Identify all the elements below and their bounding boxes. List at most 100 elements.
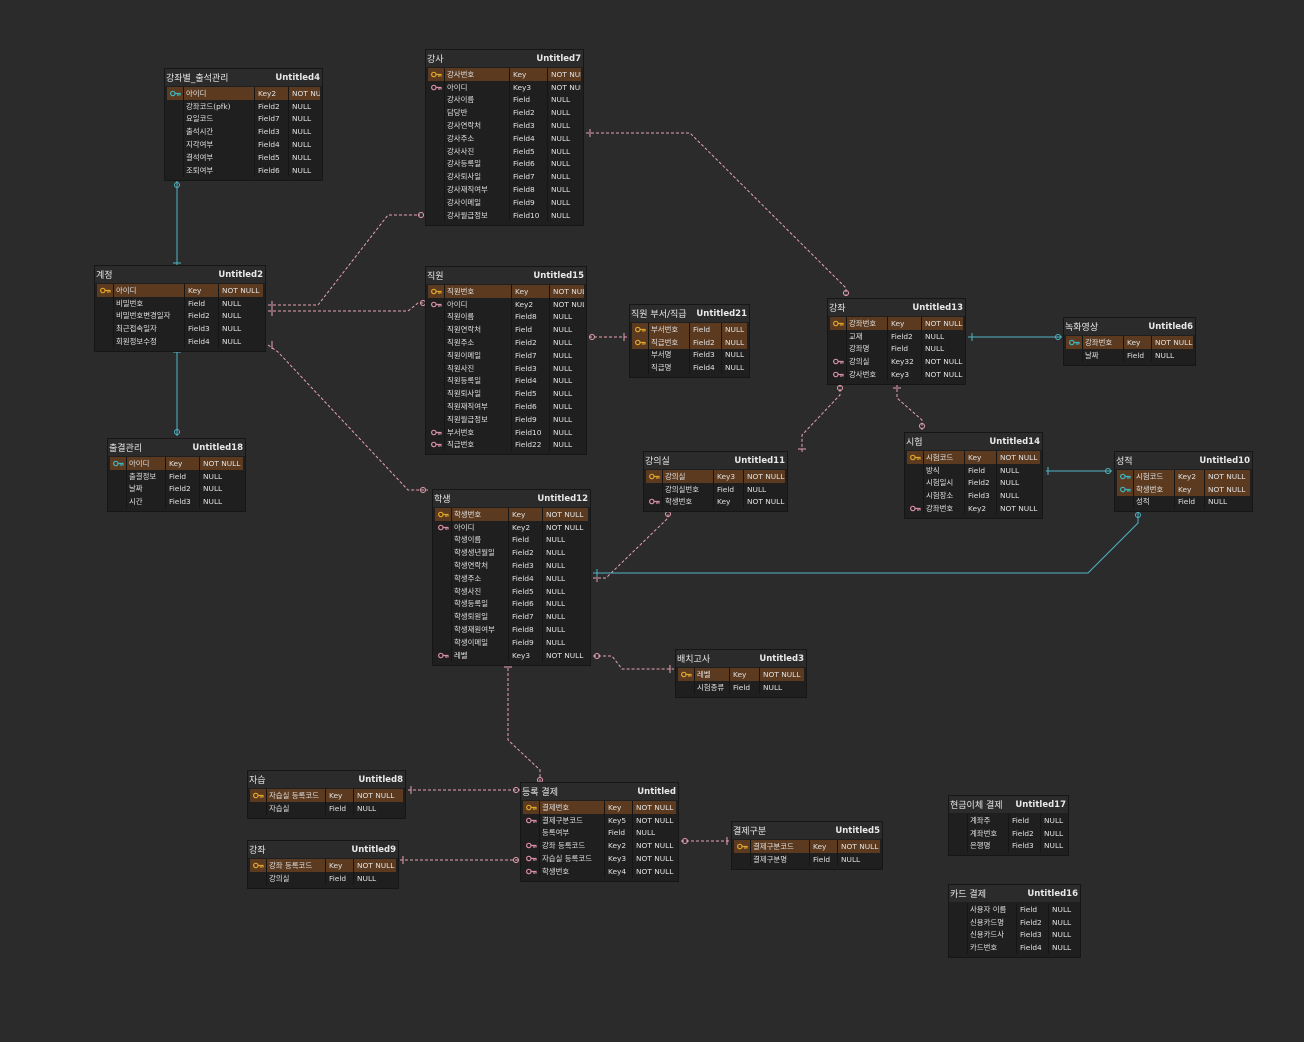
field-row[interactable]: 학생재원여부 Field8 NULL xyxy=(435,623,588,636)
table-header[interactable]: 강좌 Untitled9 xyxy=(248,841,398,858)
field-row[interactable]: 강좌번호 Key NOT NULL xyxy=(830,317,963,330)
field-row[interactable]: 강좌번호 Key2 NOT NULL xyxy=(907,502,1040,515)
table-header[interactable]: 학생 Untitled12 xyxy=(433,490,590,507)
entity-table-t14[interactable]: 시험 Untitled14 시험코드 Key NOT NULL 방식 Field NULL 시험… xyxy=(905,433,1042,518)
field-row[interactable]: 강사이메일 Field9 NULL xyxy=(428,195,581,209)
field-row[interactable]: 계좌주 Field NULL xyxy=(951,814,1066,827)
field-row[interactable]: 강의실 Key32 NOT NULL xyxy=(830,355,963,369)
field-row[interactable]: 학생번호 Key NOT NULL xyxy=(435,508,588,521)
field-row[interactable]: 학생번호 Key NOT NULL xyxy=(646,495,785,509)
field-row[interactable]: 아이디 Key NOT NULL xyxy=(110,457,243,470)
table-header[interactable]: 직원 부서/직급 Untitled21 xyxy=(630,305,749,322)
field-row[interactable]: 결제번호 Key NOT NULL xyxy=(523,801,676,814)
field-row[interactable]: 시험장소 Field3 NULL xyxy=(907,489,1040,503)
field-row[interactable]: 레벨 Key3 NOT NULL xyxy=(435,648,588,662)
field-row[interactable]: 결제구분코드 Key NOT NULL xyxy=(734,840,880,853)
entity-table-t2[interactable]: 계정 Untitled2 아이디 Key NOT NULL 비밀번호 Field NULL 비밀… xyxy=(95,266,265,351)
field-row[interactable]: 시험코드 Key2 NOT NULL xyxy=(1117,470,1250,483)
field-row[interactable]: 아이디Key2NOT NULL xyxy=(435,520,588,534)
table-header[interactable]: 직원 Untitled15 xyxy=(426,267,586,284)
table-header[interactable]: 녹화영상 Untitled6 xyxy=(1064,318,1195,335)
field-row[interactable]: 요일코드 Field7 NULL xyxy=(167,112,320,126)
field-row[interactable]: 카드번호 Field4 NULL xyxy=(951,941,1078,955)
field-row[interactable]: 직급명 Field4 NULL xyxy=(632,361,747,375)
entity-table-t7[interactable]: 강사Untitled7강사번호KeyNOT NULL아이디Key3NOT NUL… xyxy=(426,50,583,225)
entity-table-t9[interactable]: 강좌 Untitled9 강좌 등록코드 Key NOT NULL 강의실 Field NUL… xyxy=(248,841,398,888)
field-row[interactable]: 학생생년월일 Field2 NULL xyxy=(435,546,588,560)
field-row[interactable]: 결제구분명 Field NULL xyxy=(734,852,880,866)
field-row[interactable]: 계좌번호 Field2 NULL xyxy=(951,826,1066,840)
table-header[interactable]: 카드 결제 Untitled16 xyxy=(949,885,1080,902)
field-row[interactable]: 강좌코드(pfk) Field2 NULL xyxy=(167,99,320,113)
field-row[interactable]: 강사주소 Field4 NULL xyxy=(428,131,581,145)
field-row[interactable]: 직원주소 Field2 NULL xyxy=(428,336,584,349)
field-row[interactable]: 아이디Key2NOT NULL xyxy=(167,87,320,100)
field-row[interactable]: 강좌명 Field NULL xyxy=(830,342,963,356)
field-row[interactable]: 담당반 Field2 NULL xyxy=(428,106,581,120)
field-row[interactable]: 결석여부 Field5 NULL xyxy=(167,150,320,164)
field-row[interactable]: 사용자 이름 Field NULL xyxy=(951,903,1078,916)
field-row[interactable]: 직원등록일 Field4 NULL xyxy=(428,374,584,388)
field-row[interactable]: 강사번호KeyNOT NULL xyxy=(428,68,581,81)
field-row[interactable]: 자습실 등록코드 Key NOT NULL xyxy=(250,789,403,802)
field-row[interactable]: 학생퇴원일 Field7 NULL xyxy=(435,610,588,624)
field-row[interactable]: 시험일시 Field2 NULL xyxy=(907,476,1040,490)
field-row[interactable]: 시험종류 Field NULL xyxy=(678,680,804,694)
entity-table-t5[interactable]: 결제구분 Untitled5 결제구분코드 Key NOT NULL 결제구분명 Field… xyxy=(732,822,882,869)
entity-table-t15[interactable]: 직원Untitled15직원번호KeyNOT NULL아이디Key2NOT NU… xyxy=(426,267,586,455)
field-row[interactable]: 회원정보수정 Field4 NULL xyxy=(97,335,263,348)
field-row[interactable]: 강사등록일 Field6 NULL xyxy=(428,157,581,171)
field-row[interactable]: 강사이름 Field NULL xyxy=(428,93,581,107)
table-header[interactable]: 성적 Untitled10 xyxy=(1115,452,1252,469)
field-row[interactable]: 강의실 Field NULL xyxy=(250,871,396,885)
field-row[interactable]: 은행명 Field3 NULL xyxy=(951,839,1066,853)
table-header[interactable]: 현금이체 결제 Untitled17 xyxy=(949,796,1068,813)
field-row[interactable]: 학생이름 Field NULL xyxy=(435,533,588,547)
table-header[interactable]: 강의실 Untitled11 xyxy=(644,452,787,469)
field-row[interactable]: 시간 Field3 NULL xyxy=(110,495,243,509)
entity-table-t8[interactable]: 자습 Untitled8 자습실 등록코드 Key NOT NULL 자습실 Field NU… xyxy=(248,771,405,818)
field-row[interactable]: 직원사진 Field3 NULL xyxy=(428,361,584,375)
table-header[interactable]: 강사 Untitled7 xyxy=(426,50,583,67)
table-header[interactable]: 시험 Untitled14 xyxy=(905,433,1042,450)
field-row[interactable]: 직원번호KeyNOT NULL xyxy=(428,285,584,298)
table-header[interactable]: 자습 Untitled8 xyxy=(248,771,405,788)
entity-table-t18[interactable]: 출결관리 Untitled18 아이디 Key NOT NULL 출결정보 Field NUL… xyxy=(108,439,245,512)
field-row[interactable]: 강사사진 Field5 NULL xyxy=(428,144,581,158)
table-header[interactable]: 배치고사 Untitled3 xyxy=(676,650,806,667)
table-header[interactable]: 등록 결제 Untitled xyxy=(521,783,678,800)
field-row[interactable]: 시험코드 Key NOT NULL xyxy=(907,451,1040,464)
field-row[interactable]: 학생이메일 Field9 NULL xyxy=(435,635,588,649)
entity-table-t3[interactable]: 배치고사 Untitled3 레벨 Key NOT NULL 시험종류 Field NULL xyxy=(676,650,806,697)
entity-table-t11[interactable]: 강의실 Untitled11 강의실 Key3 NOT NULL 강의실번호 Field NU… xyxy=(644,452,787,512)
field-row[interactable]: 강사번호 Key3 NOT NULL xyxy=(830,368,963,381)
entity-table-t17[interactable]: 현금이체 결제 Untitled17 계좌주 Field NULL 계좌번호 Field2 N… xyxy=(949,796,1068,856)
field-row[interactable]: 직원퇴사일 Field5 NULL xyxy=(428,387,584,401)
entity-table-t16[interactable]: 카드 결제 Untitled16 사용자 이름 Field NULL 신용카드명 Field… xyxy=(949,885,1080,958)
entity-table-t13[interactable]: 강좌 Untitled13 강좌번호 Key NOT NULL 교재 Field2 NULL 강… xyxy=(828,299,965,384)
field-row[interactable]: 아이디Key2NOT NULL xyxy=(428,297,584,311)
field-row[interactable]: 학생사진 Field5 NULL xyxy=(435,584,588,598)
field-row[interactable]: 최근접속일자 Field3 NULL xyxy=(97,322,263,336)
table-header[interactable]: 결제구분 Untitled5 xyxy=(732,822,882,839)
field-row[interactable]: 강좌 등록코드 Key2 NOT NULL xyxy=(523,839,676,853)
field-row[interactable]: 직원월급정보 Field9 NULL xyxy=(428,412,584,426)
field-row[interactable]: 강사퇴사일 Field7 NULL xyxy=(428,170,581,184)
field-row[interactable]: 날짜 Field2 NULL xyxy=(110,482,243,496)
field-row[interactable]: 자습실 등록코드 Key3 NOT NULL xyxy=(523,852,676,865)
field-row[interactable]: 강의실번호 Field NULL xyxy=(646,482,785,496)
field-row[interactable]: 강의실 Key3 NOT NULL xyxy=(646,470,785,483)
field-row[interactable]: 날짜 Field NULL xyxy=(1066,348,1193,362)
field-row[interactable]: 출결정보 Field NULL xyxy=(110,469,243,483)
table-header[interactable]: 강좌 Untitled13 xyxy=(828,299,965,316)
field-row[interactable]: 아이디Key3NOT NULL xyxy=(428,80,581,94)
field-row[interactable]: 직급번호 Field2 NULL xyxy=(632,335,747,349)
table-header[interactable]: 출결관리 Untitled18 xyxy=(108,439,245,456)
field-row[interactable]: 학생연락처 Field3 NULL xyxy=(435,559,588,572)
entity-table-t21[interactable]: 직원 부서/직급 Untitled21 부서번호 Field NULL 직급번호 Field… xyxy=(630,305,749,378)
field-row[interactable]: 지각여부 Field4 NULL xyxy=(167,138,320,151)
entity-table-t10[interactable]: 성적 Untitled10 시험코드 Key2 NOT NULL 학생번호 Key NOT N… xyxy=(1115,452,1252,512)
field-row[interactable]: 강좌번호 Key NOT NULL xyxy=(1066,336,1193,349)
field-row[interactable]: 조퇴여부 Field6 NULL xyxy=(167,163,320,177)
field-row[interactable]: 강사연락처 Field3 NULL xyxy=(428,119,581,132)
